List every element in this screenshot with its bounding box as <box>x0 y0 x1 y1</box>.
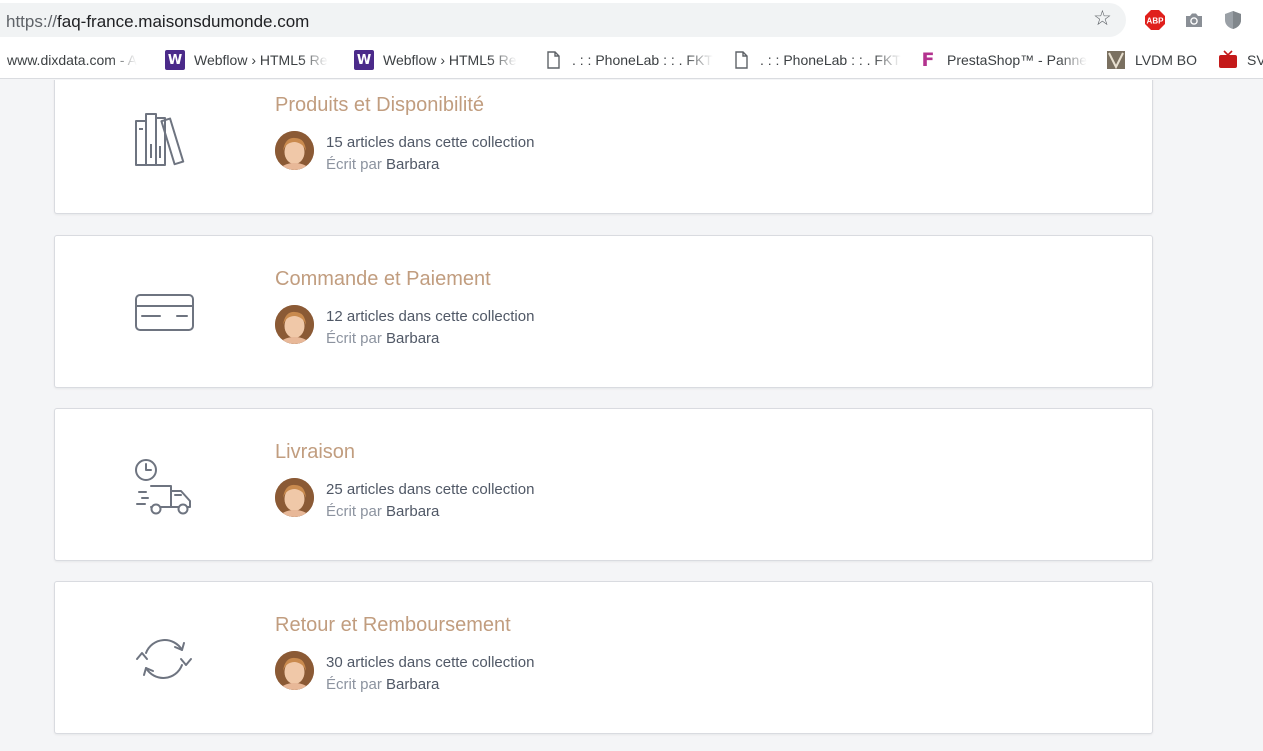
author-prefix: Écrit par <box>326 503 382 520</box>
prestashop-icon: F <box>921 49 935 71</box>
bookmark-label: PrestaShop™ - Panne <box>947 52 1088 68</box>
bookmark-sv[interactable]: SV <box>1218 49 1263 71</box>
article-count: 30 articles dans cette collection <box>326 654 535 671</box>
collection-title[interactable]: Commande et Paiement <box>275 268 491 291</box>
books-icon <box>135 113 185 166</box>
bookmark-lvdm[interactable]: LVDM BO <box>1106 49 1206 71</box>
page-icon <box>547 51 560 69</box>
author-prefix: Écrit par <box>326 330 382 347</box>
url-host: faq-france.maisonsdumonde.com <box>57 12 310 31</box>
author-avatar <box>275 305 314 344</box>
collection-title[interactable]: Produits et Disponibilité <box>275 94 484 117</box>
collection-card-retour[interactable]: Retour et Remboursement 30 articles dans… <box>54 581 1153 734</box>
author-line: Écrit par Barbara <box>326 330 439 347</box>
browser-toolbar: https://faq-france.maisonsdumonde.com ☆ … <box>0 0 1263 40</box>
bookmark-label: Webflow › HTML5 Re <box>194 52 328 68</box>
page-icon <box>735 51 748 69</box>
bookmark-label: Webflow › HTML5 Re <box>383 52 517 68</box>
article-count: 15 articles dans cette collection <box>326 134 535 151</box>
url-text[interactable]: https://faq-france.maisonsdumonde.com <box>6 12 309 32</box>
bookmark-star-icon[interactable]: ☆ <box>1093 8 1112 30</box>
bookmark-dixdata[interactable]: www.dixdata.com - A <box>7 49 147 71</box>
collections-list: Produits et Disponibilité 15 articles da… <box>0 80 1263 751</box>
adblock-label: ABP <box>1147 17 1165 26</box>
bookmarks-bar: www.dixdata.com - A W Webflow › HTML5 Re… <box>0 40 1263 79</box>
author-name: Barbara <box>386 156 440 173</box>
author-line: Écrit par Barbara <box>326 676 439 693</box>
url-scheme: https:// <box>6 12 58 31</box>
bookmark-webflow-2[interactable]: W Webflow › HTML5 Re <box>354 49 524 71</box>
camera-icon[interactable] <box>1183 9 1205 31</box>
bookmark-webflow-1[interactable]: W Webflow › HTML5 Re <box>165 49 335 71</box>
collection-card-livraison[interactable]: Livraison 25 articles dans cette collect… <box>54 408 1153 561</box>
collection-card-commande[interactable]: Commande et Paiement 12 articles dans ce… <box>54 235 1153 388</box>
article-count: 12 articles dans cette collection <box>326 308 535 325</box>
bookmark-label: . : : PhoneLab : : . FKT <box>572 52 713 68</box>
bookmark-label: www.dixdata.com - A <box>7 52 137 68</box>
author-line: Écrit par Barbara <box>326 156 439 173</box>
collection-title[interactable]: Retour et Remboursement <box>275 614 511 637</box>
author-avatar <box>275 478 314 517</box>
author-name: Barbara <box>386 676 440 693</box>
author-name: Barbara <box>386 330 440 347</box>
collection-card-produits[interactable]: Produits et Disponibilité 15 articles da… <box>54 80 1153 214</box>
author-prefix: Écrit par <box>326 676 382 693</box>
author-name: Barbara <box>386 503 440 520</box>
bookmark-label: LVDM BO <box>1135 52 1197 68</box>
credit-card-icon <box>135 294 194 331</box>
author-line: Écrit par Barbara <box>326 503 439 520</box>
adblock-plus-icon[interactable]: ABP <box>1144 9 1166 31</box>
author-avatar <box>275 651 314 690</box>
bookmark-prestashop[interactable]: F PrestaShop™ - Panne <box>918 49 1090 71</box>
bookmark-phonelab-1[interactable]: . : : PhoneLab : : . FKT <box>543 49 713 71</box>
bookmark-label: . : : PhoneLab : : . FKT <box>760 52 901 68</box>
address-bar[interactable]: https://faq-france.maisonsdumonde.com <box>0 3 1126 37</box>
webflow-icon: W <box>354 50 374 70</box>
delivery-truck-icon <box>135 459 191 515</box>
author-prefix: Écrit par <box>326 156 382 173</box>
webflow-icon: W <box>165 50 185 70</box>
bookmark-phonelab-2[interactable]: . : : PhoneLab : : . FKT <box>731 49 901 71</box>
author-avatar <box>275 131 314 170</box>
bookmark-label: SV <box>1247 52 1263 68</box>
lvdm-icon <box>1107 51 1125 70</box>
article-count: 25 articles dans cette collection <box>326 481 535 498</box>
shield-icon[interactable] <box>1222 9 1244 31</box>
refresh-arrows-icon <box>136 639 192 679</box>
tv-icon <box>1219 50 1237 68</box>
collection-title[interactable]: Livraison <box>275 441 355 464</box>
